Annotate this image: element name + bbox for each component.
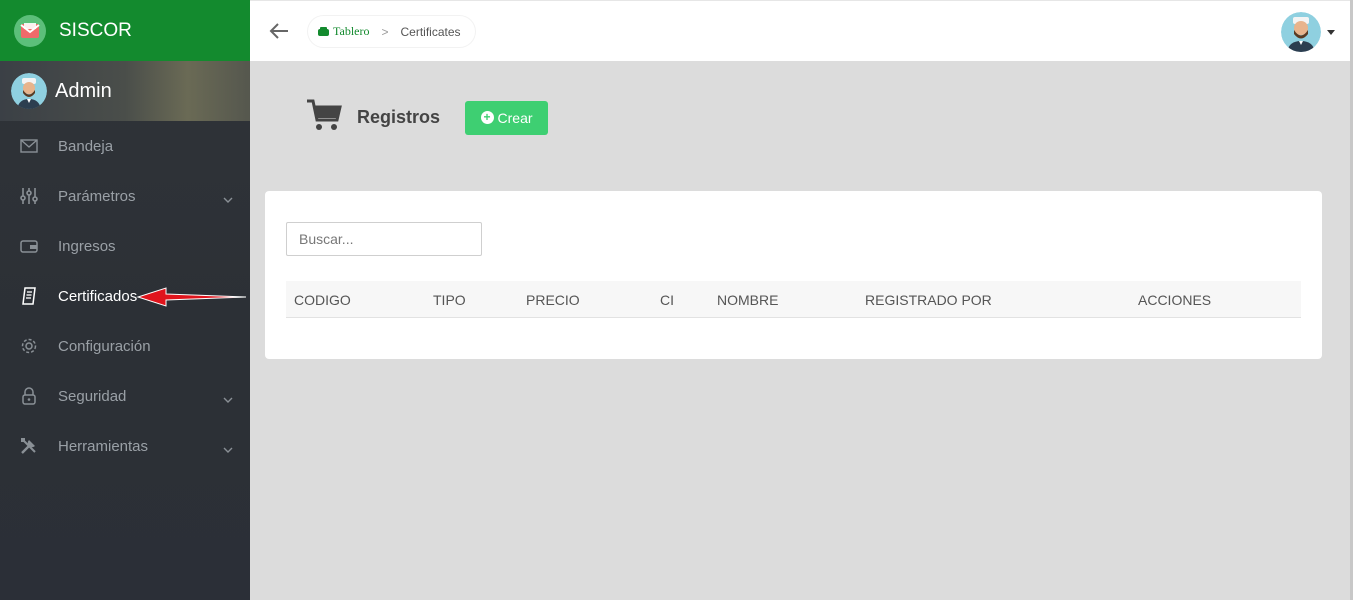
column-header[interactable]: NOMBRE xyxy=(717,292,778,308)
sidebar-item-label: Herramientas xyxy=(58,437,149,455)
records-card: CODIGO TIPO PRECIO CI NOMBRE REGISTRADO … xyxy=(265,191,1322,359)
chevron-down-icon xyxy=(223,440,233,457)
gear-icon xyxy=(19,336,39,356)
sidebar-item-label: Certificados xyxy=(58,287,138,305)
sidebar-item-seguridad[interactable]: Seguridad xyxy=(0,371,250,421)
table-header: CODIGO TIPO PRECIO CI NOMBRE REGISTRADO … xyxy=(286,281,1301,318)
envelope-icon xyxy=(19,136,39,156)
column-header[interactable]: CODIGO xyxy=(294,292,351,308)
avatar[interactable] xyxy=(1281,12,1321,52)
mail-logo-icon xyxy=(14,14,46,47)
breadcrumb-home-label: Tablero xyxy=(333,24,370,38)
page-title: Registros xyxy=(357,107,441,127)
sidebar-item-label: Seguridad xyxy=(58,387,127,405)
create-button[interactable]: + Crear xyxy=(465,100,549,135)
sidebar-item-label: Ingresos xyxy=(58,237,116,255)
sidebar-item-parametros[interactable]: Parámetros xyxy=(0,171,250,221)
sidebar-item-label: Configuración xyxy=(58,337,151,355)
lock-icon xyxy=(19,386,39,406)
sidebar-item-ingresos[interactable]: Ingresos xyxy=(0,221,250,271)
page-header: Registros + Crear xyxy=(306,98,549,137)
sidebar-item-configuracion[interactable]: Configuración xyxy=(0,321,250,371)
search-input[interactable] xyxy=(286,222,482,256)
breadcrumb-current: Certificates xyxy=(400,24,461,39)
back-arrow-icon[interactable] xyxy=(268,20,290,47)
annotation-arrow-icon xyxy=(136,287,247,307)
column-header[interactable]: PRECIO xyxy=(526,292,580,308)
column-header[interactable]: CI xyxy=(660,292,674,308)
brand-name: SISCOR xyxy=(59,19,132,41)
chevron-down-icon xyxy=(223,390,233,407)
caret-down-icon[interactable] xyxy=(1327,30,1335,35)
sidebar-item-bandeja[interactable]: Bandeja xyxy=(0,121,250,171)
avatar xyxy=(11,73,47,109)
wallet-icon xyxy=(19,236,39,256)
tools-icon xyxy=(19,436,39,456)
chevron-down-icon xyxy=(223,190,233,207)
brand-header[interactable]: SISCOR xyxy=(0,0,250,61)
breadcrumb: Tablero > Certificates xyxy=(308,16,475,47)
user-panel[interactable]: Admin xyxy=(0,61,250,121)
breadcrumb-home[interactable]: Tablero xyxy=(318,24,369,39)
sidebar-item-herramientas[interactable]: Herramientas xyxy=(0,421,250,471)
create-button-label: Crear xyxy=(497,109,533,126)
top-bar: Tablero > Certificates xyxy=(250,0,1353,61)
column-header[interactable]: REGISTRADO POR xyxy=(865,292,992,308)
sliders-icon xyxy=(19,186,39,206)
certificate-icon xyxy=(19,286,39,306)
sidebar-item-label: Parámetros xyxy=(58,187,136,205)
plus-circle-icon: + xyxy=(480,111,494,124)
dashboard-icon xyxy=(318,27,329,36)
column-header[interactable]: TIPO xyxy=(433,292,466,308)
column-header[interactable]: ACCIONES xyxy=(1138,292,1211,308)
user-name: Admin xyxy=(55,79,112,102)
cart-icon xyxy=(306,98,342,137)
chevron-right-icon: > xyxy=(381,24,389,39)
sidebar-item-label: Bandeja xyxy=(58,137,114,155)
